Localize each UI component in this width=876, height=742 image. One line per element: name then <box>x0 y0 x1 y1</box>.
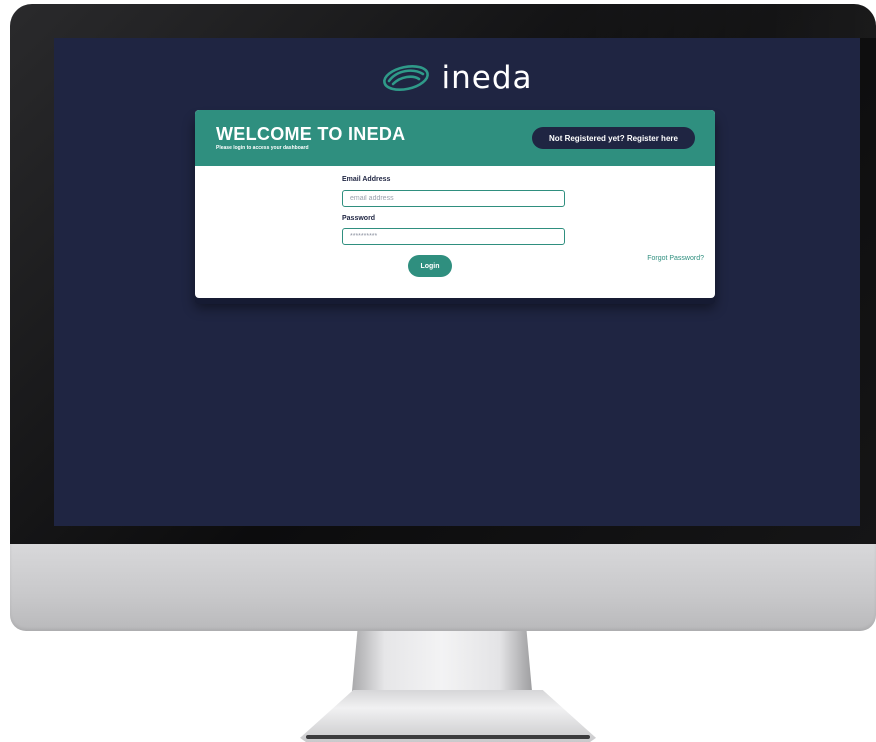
monitor-stand-edge <box>306 735 590 739</box>
bezel-gloss <box>556 4 876 38</box>
brand-logo: ineda <box>54 58 860 98</box>
login-card: WELCOME TO INEDA Please login to access … <box>195 110 715 298</box>
register-button[interactable]: Not Registered yet? Register here <box>532 127 695 149</box>
monitor-bezel: ineda WELCOME TO INEDA Please login to a… <box>10 4 876 544</box>
monitor-stand-neck <box>352 631 532 691</box>
logo-text: ineda <box>441 59 533 96</box>
login-button[interactable]: Login <box>408 255 452 277</box>
forgot-password-link[interactable]: Forgot Password? <box>647 255 704 262</box>
welcome-subtitle: Please login to access your dashboard <box>216 145 309 151</box>
password-label: Password <box>342 215 376 222</box>
email-label: Email Address <box>342 176 391 183</box>
screen: ineda WELCOME TO INEDA Please login to a… <box>54 38 860 526</box>
welcome-title: WELCOME TO INEDA <box>216 124 406 144</box>
monitor-chin <box>10 544 876 631</box>
login-card-header: WELCOME TO INEDA Please login to access … <box>195 110 715 166</box>
eye-swoosh-icon <box>383 65 430 91</box>
email-input[interactable] <box>342 190 565 207</box>
password-input[interactable] <box>342 228 565 245</box>
